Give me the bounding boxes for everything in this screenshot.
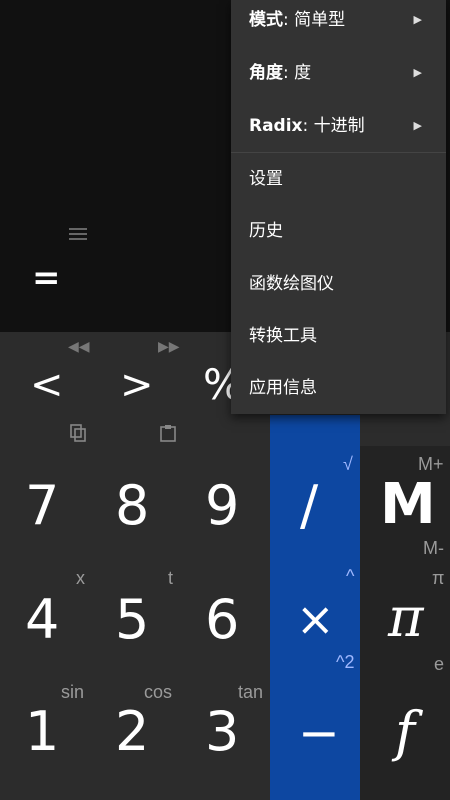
- equals-sign: =: [32, 258, 61, 298]
- digit-4-button[interactable]: 4: [25, 588, 59, 651]
- menu-item-angle[interactable]: 角度: 度 ▶: [231, 47, 446, 99]
- mode-label: 模式: [249, 10, 283, 30]
- menu-item-graph-plotter[interactable]: 函数绘图仪: [231, 258, 446, 310]
- digit-5-button[interactable]: 5: [115, 588, 149, 651]
- pi-small-label: π: [432, 568, 445, 588]
- pi-button[interactable]: π: [388, 586, 424, 649]
- rewind-icon[interactable]: ◀◀: [68, 338, 90, 355]
- menu-item-mode[interactable]: 模式: 简单型 ▶: [231, 0, 446, 46]
- square-label: ^2: [336, 652, 355, 672]
- t-variable-label: t: [168, 568, 174, 588]
- mminus-label[interactable]: M-: [423, 538, 444, 559]
- function-button[interactable]: f: [395, 700, 415, 763]
- divide-button[interactable]: /: [300, 474, 318, 537]
- copy-icon[interactable]: [69, 424, 87, 442]
- digit-1-button[interactable]: 1: [25, 700, 59, 763]
- menu-item-settings[interactable]: 设置: [231, 153, 446, 205]
- memory-button[interactable]: M: [380, 472, 436, 537]
- sin-label: sin: [61, 682, 85, 702]
- power-label: ^: [346, 566, 355, 586]
- menu-item-history[interactable]: 历史: [231, 205, 446, 257]
- digit-7-button[interactable]: 7: [25, 474, 59, 537]
- digit-2-button[interactable]: 2: [115, 700, 149, 763]
- menu-item-app-info[interactable]: 应用信息: [231, 362, 446, 414]
- angle-label: 角度: [249, 63, 283, 83]
- x-variable-label: x: [76, 568, 85, 588]
- mode-value: 简单型: [294, 10, 346, 30]
- tan-label: tan: [238, 682, 264, 702]
- radix-label: Radix: [249, 116, 303, 136]
- submenu-arrow-icon: ▶: [413, 119, 422, 132]
- digit-3-button[interactable]: 3: [205, 700, 239, 763]
- e-label: e: [434, 654, 445, 674]
- angle-value: 度: [294, 63, 312, 83]
- minus-button[interactable]: −: [298, 704, 340, 762]
- digit-8-button[interactable]: 8: [115, 474, 149, 537]
- radix-value: 十进制: [313, 116, 365, 136]
- cursor-left-button[interactable]: <: [30, 362, 64, 408]
- menu-item-converter[interactable]: 转换工具: [231, 310, 446, 362]
- cursor-right-button[interactable]: >: [120, 362, 154, 408]
- sqrt-label: √: [343, 454, 353, 474]
- digit-6-button[interactable]: 6: [205, 588, 239, 651]
- menu-item-radix[interactable]: Radix: 十进制 ▶: [231, 100, 446, 152]
- overflow-menu: 模式: 简单型 ▶ 角度: 度 ▶ Radix: 十进制 ▶ 设置 历史 函数绘…: [231, 0, 446, 414]
- paste-icon[interactable]: [159, 424, 177, 442]
- drag-handle-icon[interactable]: [69, 228, 87, 242]
- digit-9-button[interactable]: 9: [205, 474, 239, 537]
- fast-forward-icon[interactable]: ▶▶: [158, 338, 180, 355]
- submenu-arrow-icon: ▶: [413, 13, 422, 26]
- submenu-arrow-icon: ▶: [413, 66, 422, 79]
- multiply-button[interactable]: ×: [296, 592, 335, 646]
